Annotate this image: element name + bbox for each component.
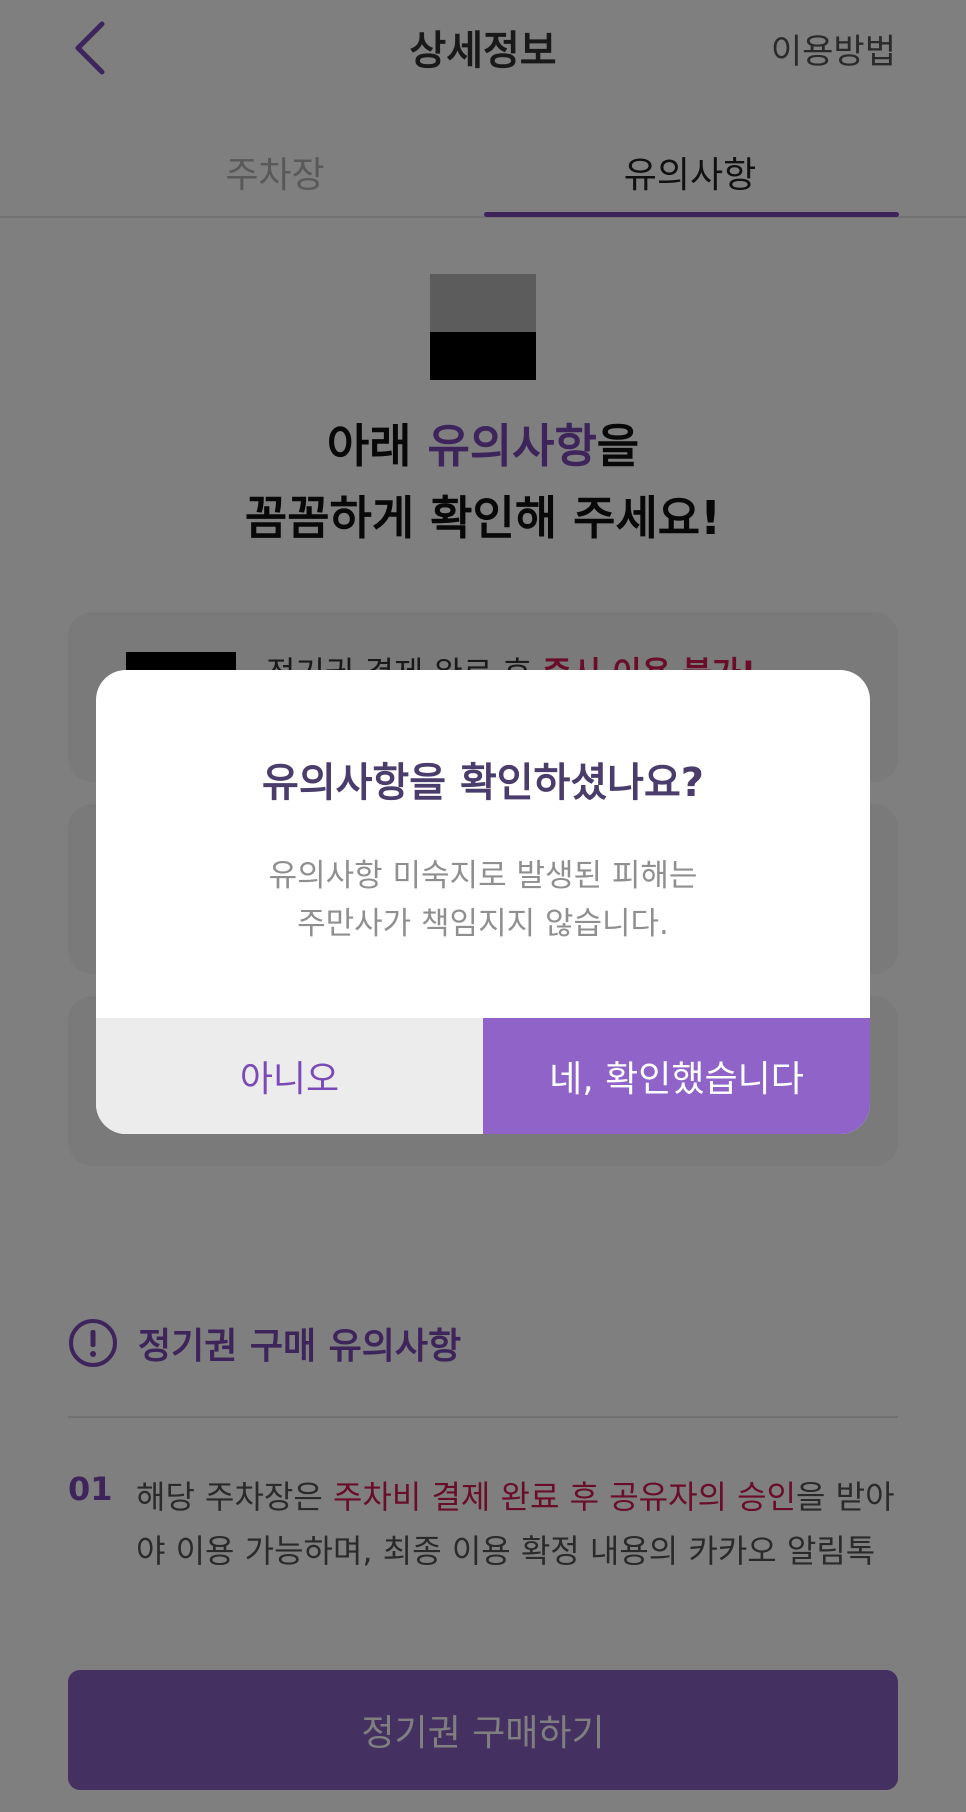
dialog-buttons: 아니오 네, 확인했습니다 — [96, 1018, 870, 1134]
confirm-button[interactable]: 네, 확인했습니다 — [483, 1018, 870, 1134]
no-button[interactable]: 아니오 — [96, 1018, 483, 1134]
dialog-message-line: 유의사항 미숙지로 발생된 피해는 — [268, 858, 698, 894]
confirm-dialog: 유의사항을 확인하셨나요? 유의사항 미숙지로 발생된 피해는 주만사가 책임지… — [96, 670, 870, 1134]
dialog-message: 유의사항 미숙지로 발생된 피해는 주만사가 책임지지 않습니다. — [96, 852, 870, 948]
dialog-message-line: 주만사가 책임지지 않습니다. — [297, 906, 669, 942]
dialog-title: 유의사항을 확인하셨나요? — [262, 760, 704, 806]
